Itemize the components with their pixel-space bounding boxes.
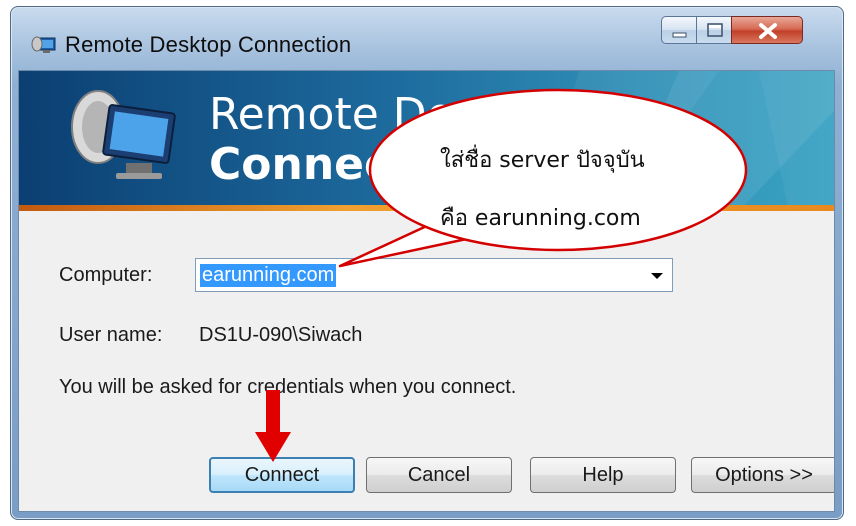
callout-line1: ใส่ชื่อ server ปัจจุบัน: [440, 148, 645, 173]
close-icon: [759, 23, 777, 39]
window-title: Remote Desktop Connection: [65, 32, 352, 57]
red-down-arrow: [255, 390, 291, 462]
rdc-window: Remote Desktop Connection Remote Desktop…: [10, 6, 844, 520]
computer-combobox[interactable]: earunning.com: [195, 258, 673, 292]
maximize-button[interactable]: [696, 16, 732, 44]
help-button[interactable]: Help: [530, 457, 676, 493]
remote-desktop-icon: [31, 36, 56, 53]
username-value: DS1U-090\Siwach: [199, 324, 363, 346]
options-button[interactable]: Options >>: [691, 457, 834, 493]
banner-title-line1: Remote Desktop: [209, 89, 575, 140]
dialog-content: Remote Desktop Connection Computer: earu…: [18, 70, 835, 512]
title-bar[interactable]: Remote Desktop Connection: [11, 7, 843, 71]
username-label: User name:: [59, 324, 163, 346]
close-button[interactable]: [731, 16, 803, 44]
minimize-icon: [672, 32, 687, 38]
callout-line2: คือ earunning.com: [440, 206, 641, 231]
dropdown-arrow-icon[interactable]: [650, 272, 664, 280]
minimize-button[interactable]: [661, 16, 697, 44]
maximize-icon: [707, 23, 723, 37]
banner-accent-stripe: [19, 205, 834, 211]
computer-label: Computer:: [59, 264, 153, 286]
cancel-button[interactable]: Cancel: [366, 457, 512, 493]
computer-input-value[interactable]: earunning.com: [200, 264, 337, 287]
banner: Remote Desktop Connection: [19, 71, 834, 211]
remote-desktop-icon: [71, 90, 176, 179]
